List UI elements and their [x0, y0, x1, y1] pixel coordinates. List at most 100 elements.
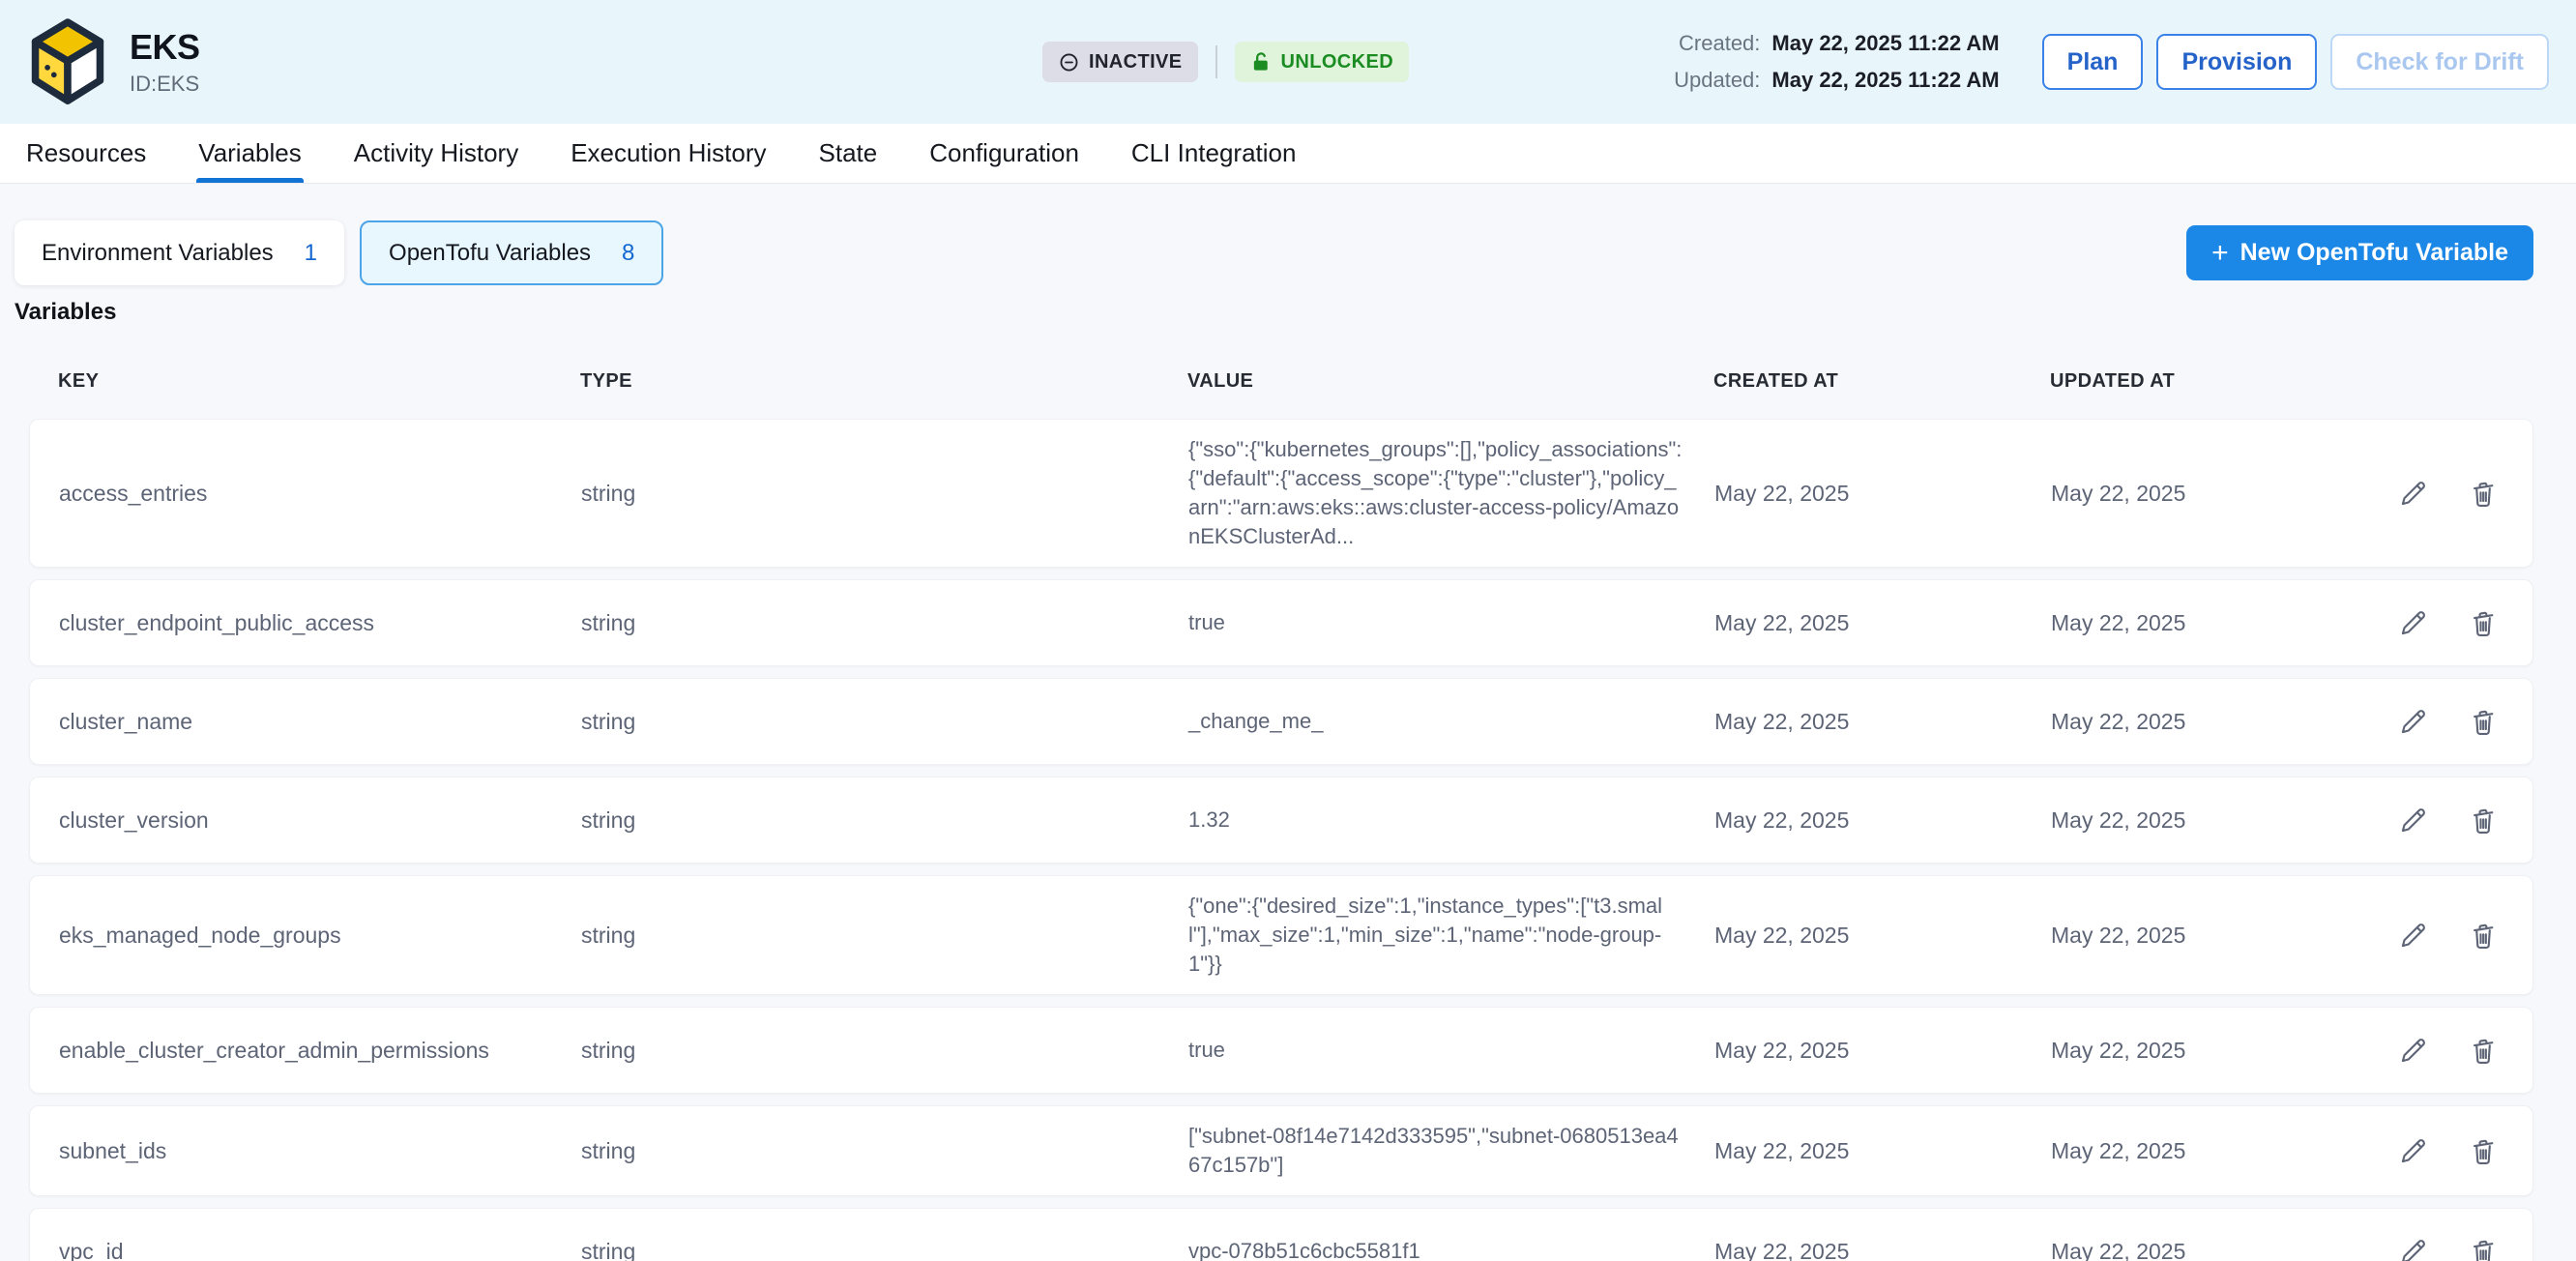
- cube-logo-icon: [27, 17, 108, 106]
- trash-icon: [2467, 705, 2500, 738]
- tab[interactable]: Execution History: [569, 124, 768, 183]
- variable-value: {"one":{"desired_size":1,"instance_types…: [1188, 892, 1714, 979]
- row-actions: [2364, 477, 2509, 510]
- column-updated-at: UPDATED AT: [2050, 370, 2365, 393]
- row-actions: [2364, 1235, 2509, 1261]
- section-title: Variables: [15, 299, 2533, 326]
- delete-variable-button[interactable]: [2467, 606, 2500, 639]
- table-header: KEY TYPE VALUE CREATED AT UPDATED AT: [29, 370, 2533, 393]
- delete-variable-button[interactable]: [2467, 705, 2500, 738]
- delete-variable-button[interactable]: [2467, 1134, 2500, 1167]
- variable-value: true: [1188, 1036, 1714, 1065]
- new-opentofu-variable-button[interactable]: + New OpenTofu Variable: [2186, 225, 2533, 280]
- edit-variable-button[interactable]: [2397, 705, 2430, 738]
- pencil-icon: [2397, 606, 2430, 639]
- variable-key: eks_managed_node_groups: [59, 923, 581, 949]
- variable-value: {"sso":{"kubernetes_groups":[],"policy_a…: [1188, 435, 1714, 551]
- tab[interactable]: Activity History: [352, 124, 520, 183]
- pencil-icon: [2397, 919, 2430, 952]
- row-actions: [2364, 705, 2509, 738]
- trash-icon: [2467, 606, 2500, 639]
- variable-updated-at: May 22, 2025: [2051, 709, 2364, 735]
- row-actions: [2364, 804, 2509, 836]
- variable-updated-at: May 22, 2025: [2051, 923, 2364, 949]
- header-right: Created: May 22, 2025 11:22 AM Updated: …: [1674, 31, 2549, 93]
- tab[interactable]: CLI Integration: [1129, 124, 1299, 183]
- table-row: cluster_version string 1.32 May 22, 2025…: [29, 777, 2533, 864]
- tab[interactable]: Resources: [24, 124, 148, 183]
- row-actions: [2364, 606, 2509, 639]
- environment-id: ID:EKS: [130, 72, 200, 97]
- table-row: cluster_name string _change_me_ May 22, …: [29, 678, 2533, 765]
- delete-variable-button[interactable]: [2467, 804, 2500, 836]
- row-actions: [2364, 1134, 2509, 1167]
- edit-variable-button[interactable]: [2397, 1134, 2430, 1167]
- trash-icon: [2467, 477, 2500, 510]
- variable-updated-at: May 22, 2025: [2051, 1239, 2364, 1261]
- status-badge-label: INACTIVE: [1089, 51, 1183, 73]
- variable-created-at: May 22, 2025: [1714, 1038, 2051, 1064]
- edit-variable-button[interactable]: [2397, 606, 2430, 639]
- edit-variable-button[interactable]: [2397, 1235, 2430, 1261]
- variable-value: vpc-078b51c6cbc5581f1: [1188, 1237, 1714, 1261]
- delete-variable-button[interactable]: [2467, 1034, 2500, 1067]
- edit-variable-button[interactable]: [2397, 477, 2430, 510]
- column-key: KEY: [58, 370, 580, 393]
- variable-key: cluster_name: [59, 709, 581, 735]
- environment-variables-count: 1: [305, 240, 317, 267]
- tab-bar: Resources Variables Activity History Exe…: [0, 124, 2576, 184]
- column-value: VALUE: [1187, 370, 1713, 393]
- pencil-icon: [2397, 1235, 2430, 1261]
- edit-variable-button[interactable]: [2397, 1034, 2430, 1067]
- variable-key: access_entries: [59, 481, 581, 507]
- delete-variable-button[interactable]: [2467, 1235, 2500, 1261]
- table-row: access_entries string {"sso":{"kubernete…: [29, 419, 2533, 568]
- variable-updated-at: May 22, 2025: [2051, 1138, 2364, 1164]
- updated-label: Updated:: [1674, 68, 1760, 93]
- variable-type: string: [581, 1138, 1188, 1164]
- tab-label: Variables: [198, 138, 301, 167]
- tab-label: Activity History: [354, 138, 518, 167]
- edit-variable-button[interactable]: [2397, 919, 2430, 952]
- check-for-drift-button[interactable]: Check for Drift: [2330, 34, 2549, 90]
- delete-variable-button[interactable]: [2467, 477, 2500, 510]
- circle-minus-icon: [1058, 51, 1080, 73]
- trash-icon: [2467, 804, 2500, 836]
- trash-icon: [2467, 919, 2500, 952]
- provision-button[interactable]: Provision: [2156, 34, 2317, 90]
- variable-type: string: [581, 709, 1188, 735]
- header-buttons: Plan Provision Check for Drift: [2042, 34, 2549, 90]
- pencil-icon: [2397, 1134, 2430, 1167]
- variable-key: enable_cluster_creator_admin_permissions: [59, 1038, 581, 1064]
- unlock-icon: [1250, 51, 1273, 73]
- variable-key: subnet_ids: [59, 1138, 581, 1164]
- variable-updated-at: May 22, 2025: [2051, 610, 2364, 636]
- title-block: EKS ID:EKS: [130, 27, 200, 97]
- tab[interactable]: State: [817, 124, 880, 183]
- variable-updated-at: May 22, 2025: [2051, 1038, 2364, 1064]
- variable-created-at: May 22, 2025: [1714, 923, 2051, 949]
- new-opentofu-variable-label: New OpenTofu Variable: [2240, 239, 2508, 267]
- variable-key: cluster_version: [59, 807, 581, 834]
- edit-variable-button[interactable]: [2397, 804, 2430, 836]
- tab[interactable]: Variables: [196, 124, 303, 183]
- table-row: enable_cluster_creator_admin_permissions…: [29, 1007, 2533, 1094]
- variable-type: string: [581, 610, 1188, 636]
- trash-icon: [2467, 1134, 2500, 1167]
- opentofu-variables-label: OpenTofu Variables: [389, 240, 591, 267]
- tab-environment-variables[interactable]: Environment Variables 1: [15, 220, 344, 285]
- variables-content: Environment Variables 1 OpenTofu Variabl…: [0, 184, 2576, 1261]
- row-actions: [2364, 1034, 2509, 1067]
- tab[interactable]: Configuration: [927, 124, 1081, 183]
- tab-label: State: [819, 138, 878, 167]
- environment-variables-label: Environment Variables: [42, 240, 274, 267]
- variable-created-at: May 22, 2025: [1714, 481, 2051, 507]
- pencil-icon: [2397, 705, 2430, 738]
- variable-type: string: [581, 807, 1188, 834]
- tab-opentofu-variables[interactable]: OpenTofu Variables 8: [360, 220, 663, 285]
- delete-variable-button[interactable]: [2467, 919, 2500, 952]
- tab-label: Resources: [26, 138, 146, 167]
- variable-key: cluster_endpoint_public_access: [59, 610, 581, 636]
- plan-button[interactable]: Plan: [2042, 34, 2144, 90]
- column-created-at: CREATED AT: [1713, 370, 2050, 393]
